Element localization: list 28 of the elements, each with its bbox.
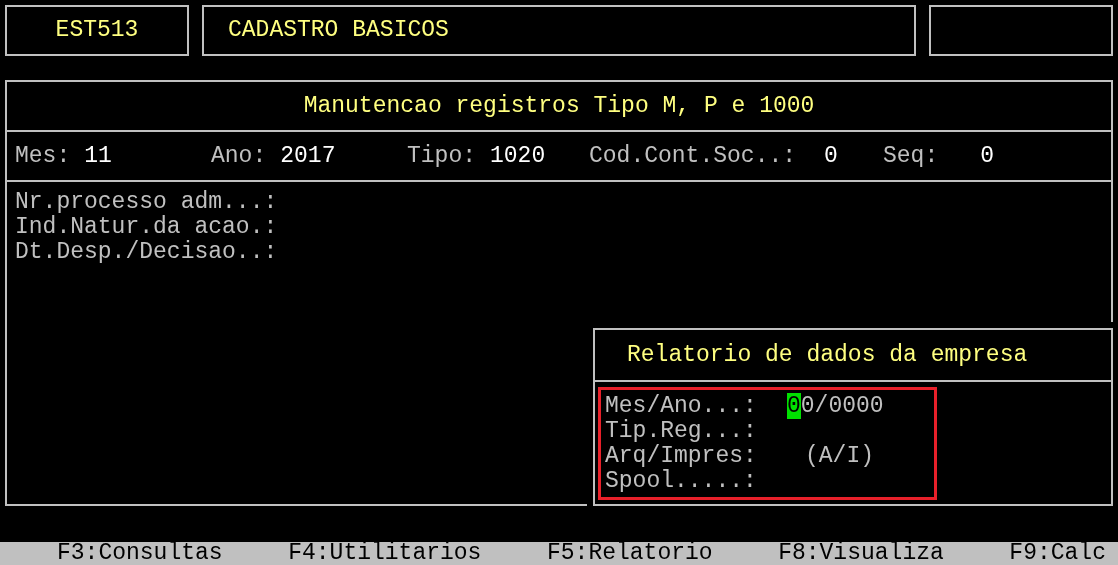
field-label: Dt.Desp./Decisao..: xyxy=(15,240,278,265)
panel-title: Manutencao registros Tipo M, P e 1000 xyxy=(303,93,815,119)
field-label: Ano: xyxy=(211,143,267,169)
field-label: Tipo: xyxy=(407,143,476,169)
field-label: Nr.processo adm...: xyxy=(15,190,278,215)
field-value: 2017 xyxy=(280,143,336,169)
program-code: EST513 xyxy=(5,5,189,56)
field-value: 0 xyxy=(980,143,995,169)
field-value: 11 xyxy=(84,143,112,169)
field-label: Spool.....: xyxy=(605,469,758,494)
field-label: Mes: xyxy=(15,143,71,169)
field-value: 1020 xyxy=(490,143,546,169)
input-field[interactable]: 00/0000 xyxy=(787,394,884,419)
dialog-title: Relatorio de dados da empresa xyxy=(626,342,1028,368)
function-key[interactable]: F8:Visualiza xyxy=(778,542,944,565)
field-label: Cod.Cont.Soc..: xyxy=(589,143,797,169)
field-hint: (A/I) xyxy=(805,444,874,469)
field-value: 0 xyxy=(824,143,838,169)
field-label: Ind.Natur.da acao.: xyxy=(15,215,278,240)
field-label: Mes/Ano...: xyxy=(605,394,758,419)
function-key[interactable]: F9:Calc xyxy=(1009,542,1106,565)
field-label: Seq: xyxy=(883,143,939,169)
function-key[interactable]: F5:Relatorio xyxy=(546,542,713,565)
function-key[interactable]: F3:Consultas xyxy=(57,542,223,565)
field-label: Arq/Impres: xyxy=(605,444,758,469)
screen-title: CADASTRO BASICOS xyxy=(202,5,916,56)
field-label: Tip.Reg...: xyxy=(605,419,758,444)
function-key[interactable]: F4:Utilitarios xyxy=(288,542,482,565)
